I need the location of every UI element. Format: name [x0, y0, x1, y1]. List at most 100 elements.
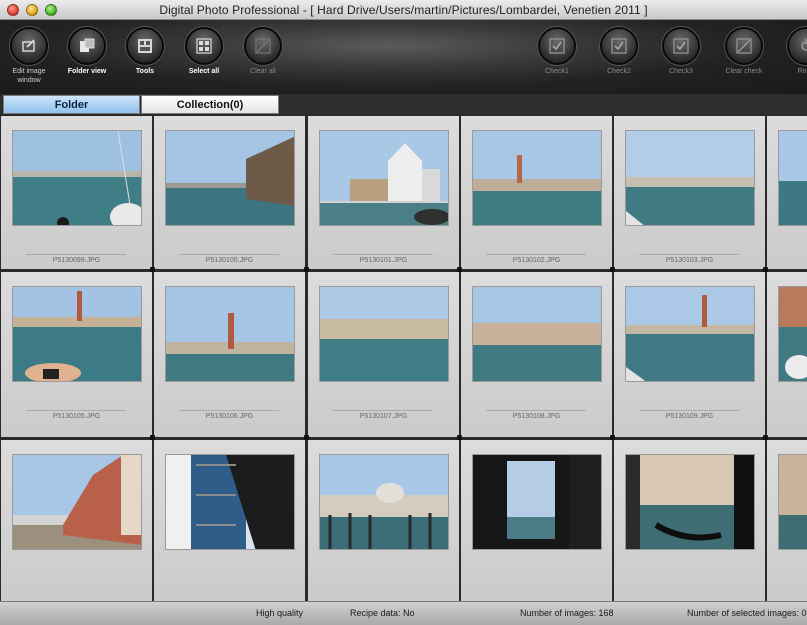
- thumbnail-grid[interactable]: P5130099.JPG P5130100.JPG P5130101.JPG P…: [0, 114, 807, 601]
- filename-underline: [179, 410, 279, 411]
- clear-all-icon: [244, 27, 282, 65]
- clear-all-button[interactable]: Clear all: [235, 27, 291, 76]
- grid-junction: [304, 435, 309, 440]
- check1-label: Check1: [545, 68, 569, 75]
- check1-button[interactable]: Check1: [529, 27, 585, 76]
- thumbnail-cell[interactable]: P5130102.JPG: [461, 116, 612, 269]
- thumbnail-filename: P5130108.JPG: [512, 413, 561, 420]
- thumbnail-filename: P5130109.JPG: [665, 413, 714, 420]
- photo-thumbnail[interactable]: [319, 286, 449, 382]
- app-window: Digital Photo Professional - [ Hard Driv…: [0, 0, 807, 625]
- edit-image-icon: [10, 27, 48, 65]
- thumbnail-cell[interactable]: P5130100.JPG: [154, 116, 305, 269]
- thumbnail-filename: P5130099.JPG: [52, 257, 101, 264]
- check3-icon: [662, 27, 700, 65]
- photo-thumbnail[interactable]: [472, 130, 602, 226]
- filename-underline: [639, 410, 739, 411]
- photo-thumbnail[interactable]: [778, 454, 807, 550]
- thumbnail-cell[interactable]: P5130107.JPG: [308, 272, 459, 437]
- grid-junction: [457, 267, 462, 272]
- title-bar[interactable]: Digital Photo Professional - [ Hard Driv…: [0, 0, 807, 20]
- photo-thumbnail[interactable]: [319, 454, 449, 550]
- thumbnail-cell[interactable]: P5130103.JPG: [614, 116, 765, 269]
- photo-thumbnail[interactable]: [625, 286, 755, 382]
- thumbnail-cell[interactable]: P5130108.JPG: [461, 272, 612, 437]
- thumbnail-cell[interactable]: [308, 440, 459, 601]
- grid-junction: [610, 267, 615, 272]
- thumbnail-cell[interactable]: [767, 116, 807, 269]
- thumbnail-cell[interactable]: P5130101.JPG: [308, 116, 459, 269]
- photo-thumbnail[interactable]: [625, 454, 755, 550]
- thumbnail-cell[interactable]: P5130099.JPG: [1, 116, 152, 269]
- check2-icon: [600, 27, 638, 65]
- grid-junction: [610, 435, 615, 440]
- toolbar: Edit image window Folder view Tools Sele…: [0, 20, 807, 94]
- tools-button[interactable]: Tools: [117, 27, 173, 76]
- clear-all-label: Clear all: [250, 68, 276, 75]
- photo-thumbnail[interactable]: [12, 130, 142, 226]
- window-title: Digital Photo Professional - [ Hard Driv…: [159, 3, 648, 17]
- tab-collection[interactable]: Collection(0): [141, 95, 279, 114]
- photo-thumbnail[interactable]: [472, 286, 602, 382]
- edit-image-window-label: Edit image window: [12, 68, 46, 84]
- clear-check-icon: [725, 27, 763, 65]
- select-all-button[interactable]: Select all: [176, 27, 232, 76]
- check3-button[interactable]: Check3: [653, 27, 709, 76]
- clear-check-button[interactable]: Clear check: [716, 27, 772, 76]
- select-all-icon: [185, 27, 223, 65]
- thumbnail-filename: P5130102.JPG: [512, 257, 561, 264]
- photo-thumbnail[interactable]: [625, 130, 755, 226]
- thumbnail-cell[interactable]: P5130106.JPG: [154, 272, 305, 437]
- thumbnail-cell[interactable]: P5130109.JPG: [614, 272, 765, 437]
- rotate-label: Rotat: [797, 68, 807, 75]
- photo-thumbnail[interactable]: [12, 454, 142, 550]
- thumbnail-cell[interactable]: [1, 440, 152, 601]
- photo-thumbnail[interactable]: [778, 286, 807, 382]
- grid-junction: [150, 267, 155, 272]
- filename-underline: [26, 254, 126, 255]
- filename-underline: [179, 254, 279, 255]
- photo-thumbnail[interactable]: [472, 454, 602, 550]
- photo-thumbnail[interactable]: [165, 454, 295, 550]
- thumbnail-filename: P5130100.JPG: [205, 257, 254, 264]
- thumbnail-cell[interactable]: [767, 272, 807, 437]
- thumbnail-cell[interactable]: [154, 440, 305, 601]
- photo-thumbnail[interactable]: [778, 130, 807, 226]
- thumbnail-filename: P5130107.JPG: [359, 413, 408, 420]
- photo-thumbnail[interactable]: [319, 130, 449, 226]
- photo-thumbnail[interactable]: [12, 286, 142, 382]
- thumbnail-cell[interactable]: [461, 440, 612, 601]
- thumbnail-cell[interactable]: [767, 440, 807, 601]
- tab-folder[interactable]: Folder: [3, 95, 140, 114]
- thumbnail-filename: P5130106.JPG: [205, 413, 254, 420]
- status-selected-count: Number of selected images: 0: [687, 608, 807, 618]
- select-all-label: Select all: [188, 68, 220, 75]
- status-bar: High quality Recipe data: No Number of i…: [0, 601, 807, 625]
- thumbnail-cell[interactable]: P5130105.JPG: [1, 272, 152, 437]
- grid-junction: [763, 435, 768, 440]
- rotate-icon: [787, 27, 807, 65]
- status-recipe: Recipe data: No: [350, 608, 415, 618]
- tab-bar: Folder Collection(0): [0, 94, 807, 114]
- thumbnail-cell[interactable]: [614, 440, 765, 601]
- status-image-count: Number of images: 168: [520, 608, 614, 618]
- folder-view-label: Folder view: [67, 68, 107, 75]
- folder-view-button[interactable]: Folder view: [59, 27, 115, 76]
- filename-underline: [26, 410, 126, 411]
- edit-image-window-button[interactable]: Edit image window: [1, 27, 57, 85]
- check2-button[interactable]: Check2: [591, 27, 647, 76]
- grid-junction: [457, 435, 462, 440]
- filename-underline: [486, 254, 586, 255]
- thumbnail-filename: P5130103.JPG: [665, 257, 714, 264]
- grid-junction: [763, 267, 768, 272]
- filename-underline: [333, 410, 433, 411]
- folder-view-icon: [68, 27, 106, 65]
- rotate-button[interactable]: Rotat: [778, 27, 807, 76]
- filename-underline: [486, 410, 586, 411]
- photo-thumbnail[interactable]: [165, 286, 295, 382]
- thumbnail-filename: P5130105.JPG: [52, 413, 101, 420]
- check3-label: Check3: [669, 68, 693, 75]
- photo-thumbnail[interactable]: [165, 130, 295, 226]
- check2-label: Check2: [607, 68, 631, 75]
- status-quality: High quality: [256, 608, 304, 618]
